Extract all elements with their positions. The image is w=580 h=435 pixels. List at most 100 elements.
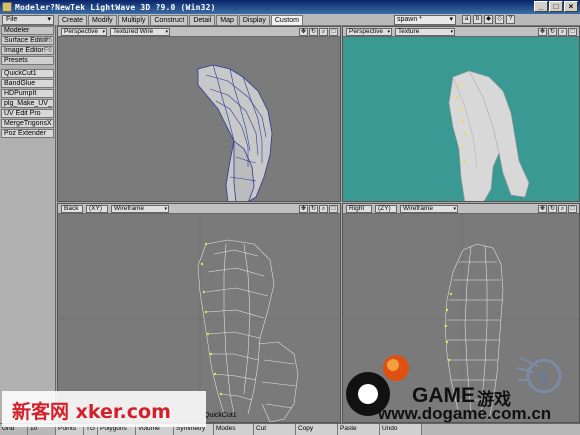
viewport-canvas[interactable] (58, 37, 340, 201)
render-mode-value: Wireframe (114, 205, 144, 212)
title-bar: Modeler?NewTek LightWave 3D ?9.0 (Win32)… (0, 0, 580, 14)
view-type-select[interactable]: Right (346, 205, 372, 213)
viewport-nav: ✥ ↻ ⌕ □ (538, 28, 577, 36)
rotate-view-icon[interactable]: ↻ (548, 28, 557, 36)
watermark-left: 新客网 xker.com (12, 401, 171, 423)
maximize-button[interactable]: □ (549, 1, 563, 12)
viewport-top-left[interactable]: Perspective ▾ Textured Wire ▾ ✥ ↻ ⌕ □ (57, 26, 341, 202)
image-editor-button[interactable]: Image Editor F6 (1, 46, 54, 55)
view-axis-value: (XY) (89, 205, 102, 212)
move-view-icon[interactable]: ✥ (299, 28, 308, 36)
rotate-view-icon[interactable]: ↻ (309, 205, 318, 213)
view-type-value: Back (64, 205, 79, 212)
maximize-view-icon[interactable]: □ (329, 205, 338, 213)
foreground-layer-icon[interactable]: ◆ (484, 15, 493, 24)
render-mode-select[interactable]: Texture ▾ (395, 28, 455, 36)
spawn-select-value: spawn * (397, 16, 422, 23)
modes-select[interactable]: Modes (214, 424, 254, 435)
view-type-select[interactable]: Back (61, 205, 83, 213)
modeler-group-header[interactable]: Modeler (1, 26, 54, 35)
plugin-hdpumpit-button[interactable]: HDPumpIt (1, 89, 54, 98)
svg-text:S: S (537, 367, 549, 387)
window-controls: _ □ × (534, 1, 578, 12)
file-menu-label: File (6, 16, 18, 23)
rotate-view-icon[interactable]: ↻ (548, 205, 557, 213)
tab-map[interactable]: Map (216, 15, 238, 25)
cut-button[interactable]: Cut (254, 424, 296, 435)
image-editor-label: Image Editor (4, 47, 44, 54)
undo-button[interactable]: Undo (380, 424, 422, 435)
help-icon[interactable]: ? (506, 15, 515, 24)
maximize-view-icon[interactable]: □ (568, 205, 577, 213)
viewport-top-right[interactable]: Perspective ▾ Texture ▾ ✥ ↻ ⌕ □ (342, 26, 580, 202)
view-axis-value: (ZY) (378, 205, 391, 212)
viewport-bottom-left[interactable]: Back (XY) Wireframe ▾ ✥ ↻ ⌕ □ (57, 203, 341, 423)
render-mode-select[interactable]: Wireframe ▾ (400, 205, 458, 213)
chevron-down-icon: ▾ (450, 29, 453, 35)
view-axis-select[interactable]: (XY) (86, 205, 108, 213)
menu-tabs: Create Modify Multiply Construct Detail … (58, 15, 304, 25)
move-view-icon[interactable]: ✥ (299, 205, 308, 213)
tab-construct[interactable]: Construct (150, 15, 189, 25)
app-icon (2, 2, 12, 12)
chevron-down-icon: ▾ (453, 206, 456, 212)
copy-button[interactable]: Copy (296, 424, 338, 435)
view-type-select[interactable]: Perspective ▾ (346, 28, 392, 36)
plugin-poz-extender-button[interactable]: Poz Extender (1, 129, 54, 138)
toolbar-right-icons: a b ◆ ◇ ? (462, 15, 515, 24)
minimize-button[interactable]: _ (534, 1, 548, 12)
plugin-quickcut1-button[interactable]: QuickCut1 (1, 69, 54, 78)
zoom-view-icon[interactable]: ⌕ (558, 28, 567, 36)
viewport-header: Perspective ▾ Textured Wire ▾ ✥ ↻ ⌕ □ (58, 27, 340, 37)
view-type-select[interactable]: Perspective ▾ (61, 28, 107, 36)
plugin-bandglue-button[interactable]: BandGlue (1, 79, 54, 88)
viewport-header: Perspective ▾ Texture ▾ ✥ ↻ ⌕ □ (343, 27, 579, 37)
plugin-uv-edit-pro-button[interactable]: UV Edit Pro (1, 109, 54, 118)
view-axis-select[interactable]: (ZY) (375, 205, 397, 213)
tab-multiply[interactable]: Multiply (117, 15, 150, 25)
viewport-header: Right (ZY) Wireframe ▾ ✥ ↻ ⌕ □ (343, 204, 579, 214)
move-view-icon[interactable]: ✥ (538, 28, 547, 36)
zoom-view-icon[interactable]: ⌕ (319, 205, 328, 213)
chevron-down-icon: ▾ (47, 16, 51, 23)
render-mode-select[interactable]: Wireframe ▾ (111, 205, 169, 213)
surface-editor-shortcut: F5 (43, 37, 52, 44)
surface-editor-button[interactable]: Surface Editor F5 (1, 36, 54, 45)
chevron-down-icon: ▾ (387, 29, 390, 35)
zoom-view-icon[interactable]: ⌕ (319, 28, 328, 36)
zoom-view-icon[interactable]: ⌕ (558, 205, 567, 213)
spawn-select[interactable]: spawn * ▾ (394, 15, 456, 25)
tab-modify[interactable]: Modify (88, 15, 117, 25)
plugin-mergetrigonsx-button[interactable]: MergeTrigonsX (1, 119, 54, 128)
close-button[interactable]: × (564, 1, 578, 12)
left-tool-panel: Modeler Surface Editor F5 Image Editor F… (0, 26, 56, 423)
plugin-make-uv-button[interactable]: plg_Make_UV_ (1, 99, 54, 108)
view-type-value: Perspective (349, 28, 383, 35)
move-view-icon[interactable]: ✥ (538, 205, 547, 213)
rotate-view-icon[interactable]: ↻ (309, 28, 318, 36)
chevron-down-icon: ▾ (164, 206, 167, 212)
viewport-header: Back (XY) Wireframe ▾ ✥ ↻ ⌕ □ (58, 204, 340, 214)
background-layer-icon[interactable]: ◇ (495, 15, 504, 24)
window-title: Modeler?NewTek LightWave 3D ?9.0 (Win32) (15, 2, 216, 12)
maximize-view-icon[interactable]: □ (329, 28, 338, 36)
file-menu[interactable]: File ▾ (2, 15, 54, 25)
render-mode-select[interactable]: Textured Wire ▾ (110, 28, 170, 36)
render-mode-value: Wireframe (403, 205, 433, 212)
presets-button[interactable]: Presets (1, 56, 54, 65)
tab-custom[interactable]: Custom (270, 15, 303, 25)
maximize-view-icon[interactable]: □ (568, 28, 577, 36)
chevron-down-icon: ▾ (449, 16, 453, 23)
tab-display[interactable]: Display (238, 15, 270, 25)
winged-emblem-icon: S (515, 357, 562, 394)
surface-editor-label: Surface Editor (4, 37, 49, 44)
tab-create[interactable]: Create (58, 15, 88, 25)
image-editor-shortcut: F6 (43, 47, 52, 54)
current-tool-label: QuickCut1 (204, 412, 237, 419)
textured-wire-model (197, 64, 273, 201)
viewport-canvas[interactable] (343, 37, 579, 201)
layer-b-icon[interactable]: b (473, 15, 482, 24)
tab-detail[interactable]: Detail (189, 15, 216, 25)
paste-button[interactable]: Paste (338, 424, 380, 435)
layer-a-icon[interactable]: a (462, 15, 471, 24)
